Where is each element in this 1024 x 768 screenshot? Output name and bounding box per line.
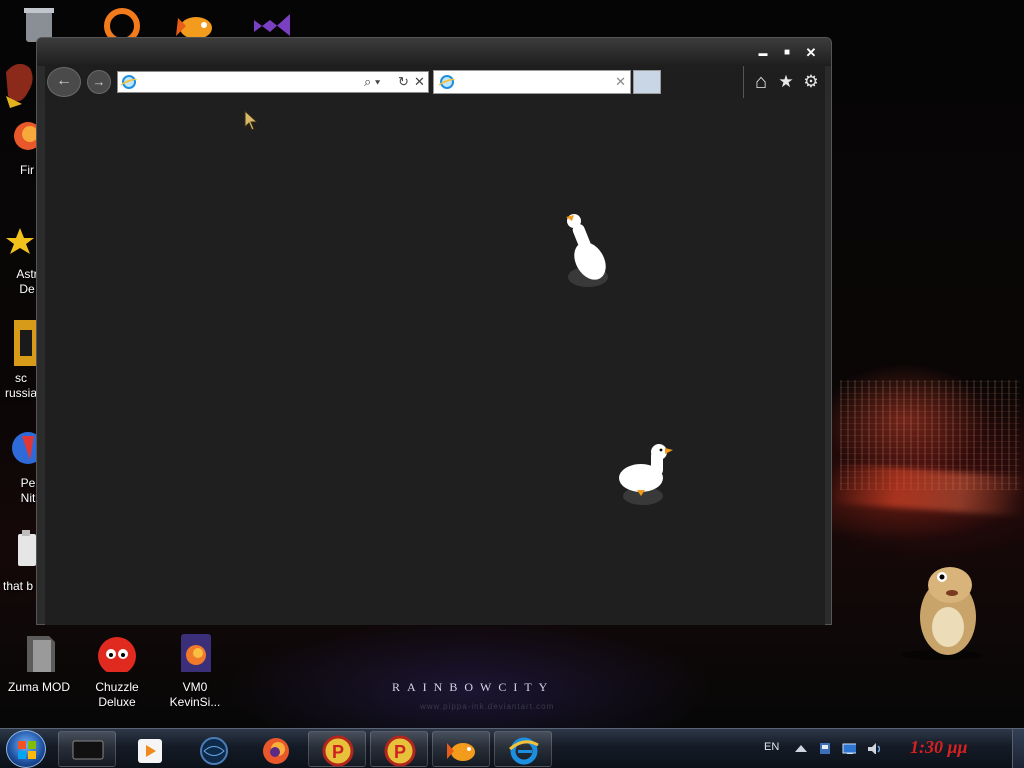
rooster-icon[interactable] [0,52,40,112]
refresh-icon[interactable]: ↻ [398,74,409,90]
desktop-icon-label: VM0 KevinSi... [169,680,221,709]
goldfish-icon [447,743,475,761]
wallpaper-caption: RAINBOWCITY [392,680,555,694]
goose-sitting-icon [619,444,673,505]
mouse-cursor-icon [244,109,259,131]
address-input[interactable] [140,74,360,90]
desktop-icon-sc-russia[interactable] [0,318,40,373]
windows-logo-icon [18,741,36,759]
desktop-icon-zuma-mod[interactable]: Zuma MOD [4,632,74,695]
volume-icon[interactable] [866,742,880,754]
tools-gear-icon[interactable]: ⚙ [800,71,822,93]
window-titlebar[interactable]: ▬ ■ ✕ [37,38,831,66]
task-manager-icon [72,740,104,760]
shield-app-icon [12,432,44,464]
media-player-icon [138,739,162,763]
svg-text:P: P [394,742,406,762]
firefox-icon [14,122,42,150]
address-bar[interactable]: ⌕ ▾ ↻ ✕ [117,71,429,93]
browser-content-area[interactable] [45,98,825,625]
hamster-mascot-icon [902,567,982,660]
system-clock[interactable]: 1:30 μμ [910,737,968,758]
document-icon [18,530,36,566]
desktop-icon-firefox[interactable] [0,116,42,161]
system-tray: EN 1:30 μμ [752,729,1024,768]
desktop-icon-that-b[interactable] [0,526,40,577]
desktop-icon-vm0[interactable]: VM0 KevinSi... [160,632,230,710]
pinball-p-icon: P [322,735,354,767]
maximize-button[interactable]: ■ [777,46,797,60]
language-indicator[interactable]: EN [764,741,779,753]
svg-text:P: P [332,742,344,762]
internet-explorer-icon [509,737,539,765]
taskbar-item-pinball-1[interactable]: P [308,731,366,767]
taskbar: P P EN 1:30 μμ [0,728,1024,768]
browser-toolbar-buttons: ⌂ ★ ⚙ [743,66,825,98]
taskbar-item-internet-explorer[interactable] [494,731,552,767]
globe-app-icon [200,737,228,765]
stop-icon[interactable]: ✕ [414,74,425,90]
desktop-icon-label: Chuzzle Deluxe [95,680,139,709]
action-center-flag-icon[interactable] [818,742,832,754]
pinball-p-icon-2: P [384,735,416,767]
goose-stretching-icon [566,214,608,287]
favorites-star-icon[interactable]: ★ [775,71,797,93]
taskbar-item-goldfish[interactable] [432,731,490,767]
search-dropdown-icon[interactable]: ⌕ ▾ [364,74,380,90]
taskbar-item-task-manager[interactable] [58,731,116,767]
desktop-icon-label-that-b: that b [3,579,34,593]
firefox-file-icon [181,634,211,674]
home-icon[interactable]: ⌂ [750,71,772,93]
desktop-icon-chuzzle-deluxe[interactable]: Chuzzle Deluxe [82,632,152,710]
new-tab-button[interactable] [633,70,661,94]
chuzzle-icon [98,637,136,675]
taskbar-item-globe-app[interactable] [184,731,242,767]
show-hidden-icons-icon[interactable] [794,742,808,754]
tab-close-icon[interactable]: ✕ [615,74,626,90]
firefox-icon [263,738,289,764]
close-button[interactable]: ✕ [801,46,821,60]
visual-studio-icon[interactable] [250,6,296,38]
desktop-icon-label-firefox: Fir [20,163,34,177]
desktop-icon-label: Zuma MOD [7,680,70,694]
taskbar-item-media-player[interactable] [120,731,178,767]
ie-tab-icon [440,75,454,89]
desktop-icon-pe-nit[interactable] [0,424,44,479]
star-icon [6,228,34,254]
minimize-button[interactable]: ▬ [753,46,773,60]
ie-page-icon [122,75,136,89]
browser-window: ▬ ■ ✕ ← → ⌕ ▾ ↻ ✕ ✕ ⌂ ★ ⚙ [36,37,832,625]
desktop-icon-label-sc-russia: sc russia [4,371,37,400]
origin-ring-icon[interactable] [102,6,142,38]
goldfish-desktop-icon[interactable] [170,6,220,38]
show-desktop-button[interactable] [1012,729,1024,768]
folder-icon [27,636,55,676]
wallpaper-url: www.pippa-ink.deviantart.com [420,702,555,711]
browser-navigation-bar: ← → ⌕ ▾ ↻ ✕ ✕ ⌂ ★ ⚙ [45,66,825,98]
desktop-icon-astro[interactable] [0,222,40,263]
taskbar-item-pinball-2[interactable]: P [370,731,428,767]
network-icon[interactable] [842,742,856,754]
taskbar-item-firefox[interactable] [246,731,304,767]
back-button[interactable]: ← [47,67,81,97]
game-box-icon [14,320,38,366]
start-button[interactable] [6,730,46,768]
forward-button[interactable]: → [87,70,111,94]
browser-tab[interactable]: ✕ [433,70,631,94]
